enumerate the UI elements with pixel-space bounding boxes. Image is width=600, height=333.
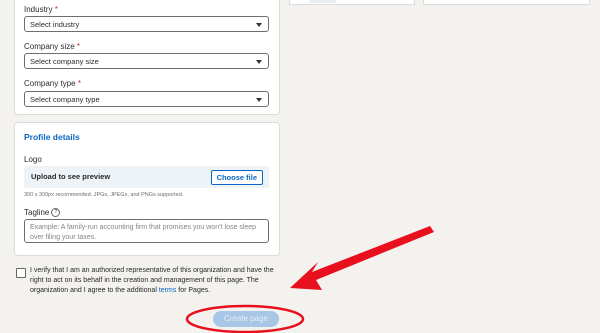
- arrow-icon: [290, 226, 434, 290]
- highlight-ellipse: [185, 304, 305, 333]
- annotation-overlay: [185, 226, 434, 333]
